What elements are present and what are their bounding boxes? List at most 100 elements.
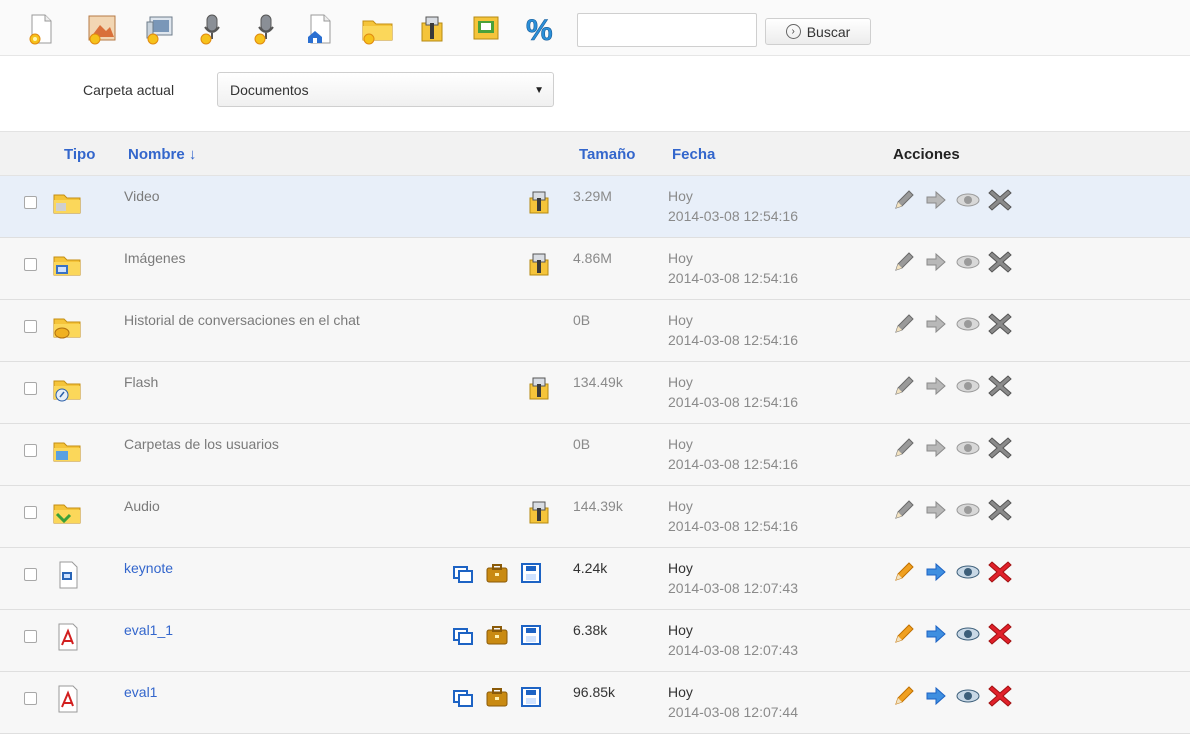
zip-folder-icon[interactable] bbox=[527, 252, 551, 279]
view-eye-icon[interactable] bbox=[954, 310, 982, 338]
save-icon[interactable] bbox=[520, 624, 542, 646]
view-eye-icon[interactable] bbox=[954, 496, 982, 524]
file-table: Tipo Nombre ↓ Tamaño Fecha Acciones Vide… bbox=[0, 131, 1190, 734]
edit-pencil-icon[interactable] bbox=[890, 310, 918, 338]
save-icon[interactable] bbox=[520, 686, 542, 708]
move-arrow-icon[interactable] bbox=[922, 186, 950, 214]
edit-pencil-icon[interactable] bbox=[890, 372, 918, 400]
move-arrow-icon[interactable] bbox=[922, 496, 950, 524]
search-button[interactable]: › Buscar bbox=[765, 18, 871, 45]
move-arrow-icon[interactable] bbox=[922, 434, 950, 462]
percent-icon[interactable]: % bbox=[523, 13, 557, 45]
toolbar: % › Buscar bbox=[0, 0, 1190, 56]
move-arrow-icon[interactable] bbox=[922, 372, 950, 400]
view-eye-icon[interactable] bbox=[954, 558, 982, 586]
row-checkbox[interactable] bbox=[24, 568, 37, 581]
table-row[interactable]: eval1 96.85k Hoy 2014-03-08 12:07:44 bbox=[0, 672, 1190, 734]
row-checkbox[interactable] bbox=[24, 692, 37, 705]
col-nombre[interactable]: Nombre ↓ bbox=[128, 146, 196, 163]
delete-x-icon[interactable] bbox=[986, 434, 1014, 462]
save-icon[interactable] bbox=[520, 562, 542, 584]
delete-x-icon[interactable] bbox=[986, 620, 1014, 648]
move-arrow-icon[interactable] bbox=[922, 620, 950, 648]
pdf-file-icon bbox=[52, 623, 82, 651]
col-tipo[interactable]: Tipo bbox=[64, 146, 95, 163]
row-size: 134.49k bbox=[573, 374, 623, 390]
folder-icon bbox=[52, 251, 82, 279]
delete-x-icon[interactable] bbox=[986, 558, 1014, 586]
view-eye-icon[interactable] bbox=[954, 248, 982, 276]
move-arrow-icon[interactable] bbox=[922, 310, 950, 338]
table-row[interactable]: eval1_1 6.38k Hoy 2014-03-08 12:07:43 bbox=[0, 610, 1190, 672]
row-name[interactable]: eval1 bbox=[124, 684, 157, 700]
new-file-icon[interactable] bbox=[24, 13, 58, 45]
row-checkbox[interactable] bbox=[24, 630, 37, 643]
current-folder-select[interactable]: Documentos ▼ bbox=[217, 72, 554, 107]
table-row[interactable]: Video 3.29M Hoy 2014-03-08 12:54:16 bbox=[0, 176, 1190, 238]
row-name[interactable]: Flash bbox=[124, 374, 158, 390]
row-name[interactable]: Audio bbox=[124, 498, 160, 514]
edit-pencil-icon[interactable] bbox=[890, 186, 918, 214]
delete-x-icon[interactable] bbox=[986, 372, 1014, 400]
table-header: Tipo Nombre ↓ Tamaño Fecha Acciones bbox=[0, 131, 1190, 176]
zip-folder-icon[interactable] bbox=[527, 376, 551, 403]
briefcase-icon[interactable] bbox=[486, 686, 508, 708]
delete-x-icon[interactable] bbox=[986, 682, 1014, 710]
row-name[interactable]: eval1_1 bbox=[124, 622, 173, 638]
copy-icon[interactable] bbox=[452, 624, 474, 646]
table-row[interactable]: Carpetas de los usuarios 0B Hoy 2014-03-08 … bbox=[0, 424, 1190, 486]
search-input[interactable] bbox=[577, 13, 757, 47]
row-name[interactable]: Carpetas de los usuarios bbox=[124, 436, 279, 452]
row-name[interactable]: Historial de conversaciones en el chat bbox=[124, 312, 360, 328]
row-name[interactable]: Video bbox=[124, 188, 160, 204]
row-name[interactable]: keynote bbox=[124, 560, 173, 576]
move-arrow-icon[interactable] bbox=[922, 682, 950, 710]
edit-pencil-icon[interactable] bbox=[890, 434, 918, 462]
col-fecha[interactable]: Fecha bbox=[672, 146, 715, 163]
row-checkbox[interactable] bbox=[24, 196, 37, 209]
row-checkbox[interactable] bbox=[24, 506, 37, 519]
row-checkbox[interactable] bbox=[24, 444, 37, 457]
view-eye-icon[interactable] bbox=[954, 682, 982, 710]
table-row[interactable]: Flash 134.49k Hoy 2014-03-08 12:54:16 bbox=[0, 362, 1190, 424]
zip-folder-icon[interactable] bbox=[527, 190, 551, 217]
record-audio-icon[interactable] bbox=[194, 13, 228, 45]
table-row[interactable]: Imágenes 4.86M Hoy 2014-03-08 12:54:16 bbox=[0, 238, 1190, 300]
edit-pencil-icon[interactable] bbox=[890, 496, 918, 524]
briefcase-icon[interactable] bbox=[486, 624, 508, 646]
delete-x-icon[interactable] bbox=[986, 310, 1014, 338]
table-row[interactable]: keynote 4.24k Hoy 2014-03-08 12:07:43 bbox=[0, 548, 1190, 610]
row-checkbox[interactable] bbox=[24, 320, 37, 333]
row-size: 96.85k bbox=[573, 684, 616, 700]
edit-pencil-icon[interactable] bbox=[890, 682, 918, 710]
row-checkbox[interactable] bbox=[24, 258, 37, 271]
edit-pencil-icon[interactable] bbox=[890, 620, 918, 648]
delete-x-icon[interactable] bbox=[986, 248, 1014, 276]
copy-icon[interactable] bbox=[452, 686, 474, 708]
move-arrow-icon[interactable] bbox=[922, 558, 950, 586]
row-checkbox[interactable] bbox=[24, 382, 37, 395]
record-audio-2-icon[interactable] bbox=[248, 13, 282, 45]
delete-x-icon[interactable] bbox=[986, 186, 1014, 214]
move-arrow-icon[interactable] bbox=[922, 248, 950, 276]
view-eye-icon[interactable] bbox=[954, 434, 982, 462]
new-image-icon[interactable] bbox=[85, 13, 119, 45]
view-eye-icon[interactable] bbox=[954, 620, 982, 648]
table-row[interactable]: Audio 144.39k Hoy 2014-03-08 12:54:16 bbox=[0, 486, 1190, 548]
briefcase-icon[interactable] bbox=[486, 562, 508, 584]
new-folder-icon[interactable] bbox=[361, 13, 395, 45]
zip-folder-icon[interactable] bbox=[527, 500, 551, 527]
delete-x-icon[interactable] bbox=[986, 496, 1014, 524]
copy-icon[interactable] bbox=[452, 562, 474, 584]
view-eye-icon[interactable] bbox=[954, 372, 982, 400]
edit-pencil-icon[interactable] bbox=[890, 558, 918, 586]
slideshow-icon[interactable] bbox=[469, 13, 503, 45]
zip-icon[interactable] bbox=[415, 13, 449, 45]
table-row[interactable]: Historial de conversaciones en el chat 0B… bbox=[0, 300, 1190, 362]
edit-pencil-icon[interactable] bbox=[890, 248, 918, 276]
row-name[interactable]: Imágenes bbox=[124, 250, 185, 266]
view-eye-icon[interactable] bbox=[954, 186, 982, 214]
home-file-icon[interactable] bbox=[303, 13, 337, 45]
col-tamano[interactable]: Tamaño bbox=[579, 146, 635, 163]
new-gallery-icon[interactable] bbox=[143, 13, 177, 45]
